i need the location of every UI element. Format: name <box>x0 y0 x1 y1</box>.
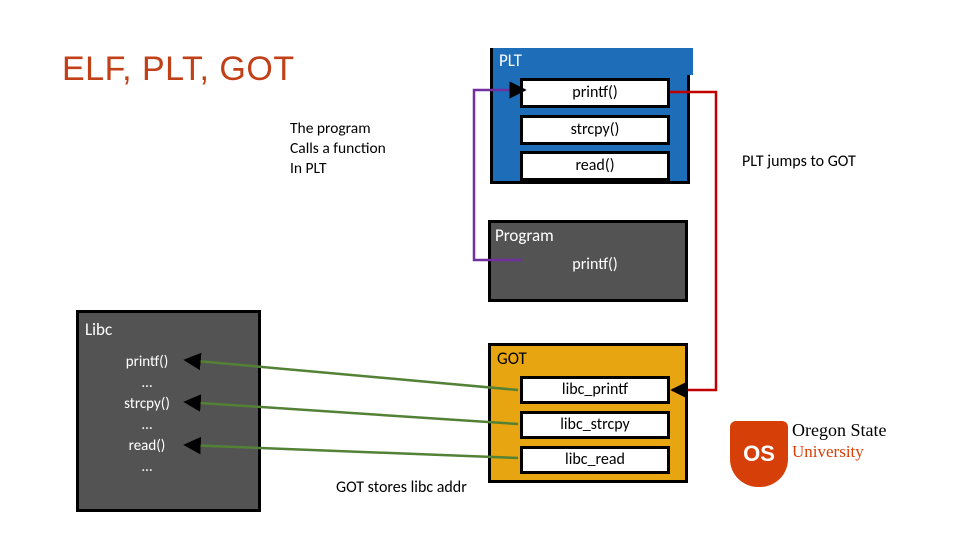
plt-header: PLT <box>493 48 693 75</box>
plt-row-read: read() <box>520 151 670 181</box>
osu-shield-icon: OS <box>730 421 788 487</box>
libc-header: Libc <box>85 319 112 340</box>
libc-item: … <box>112 415 182 436</box>
slide-title: ELF, PLT, GOT <box>62 50 295 89</box>
plt-row-strcpy: strcpy() <box>520 115 670 145</box>
libc-item: strcpy() <box>112 394 182 415</box>
osu-logo: OS Oregon State University <box>730 415 930 505</box>
annotation-calls: The program Calls a function In PLT <box>290 119 386 179</box>
libc-item: read() <box>112 436 182 457</box>
program-call: printf() <box>520 252 670 282</box>
got-row-libc_read: libc_read <box>520 446 670 474</box>
got-row-libc_printf: libc_printf <box>520 376 670 404</box>
libc-item: … <box>112 457 182 478</box>
annotation-stores: GOT stores libc addr <box>336 478 467 497</box>
logo-line1: Oregon State <box>792 420 886 441</box>
logo-line2: University <box>792 441 886 462</box>
libc-item: printf() <box>112 352 182 373</box>
plt-row-printf: printf() <box>520 78 670 108</box>
program-header: Program <box>495 225 554 246</box>
libc-items: printf() … strcpy() … read() … <box>112 352 182 478</box>
libc-item: … <box>112 373 182 394</box>
got-header: GOT <box>497 348 527 369</box>
got-row-libc_strcpy: libc_strcpy <box>520 411 670 439</box>
annotation-jumps: PLT jumps to GOT <box>742 152 856 171</box>
